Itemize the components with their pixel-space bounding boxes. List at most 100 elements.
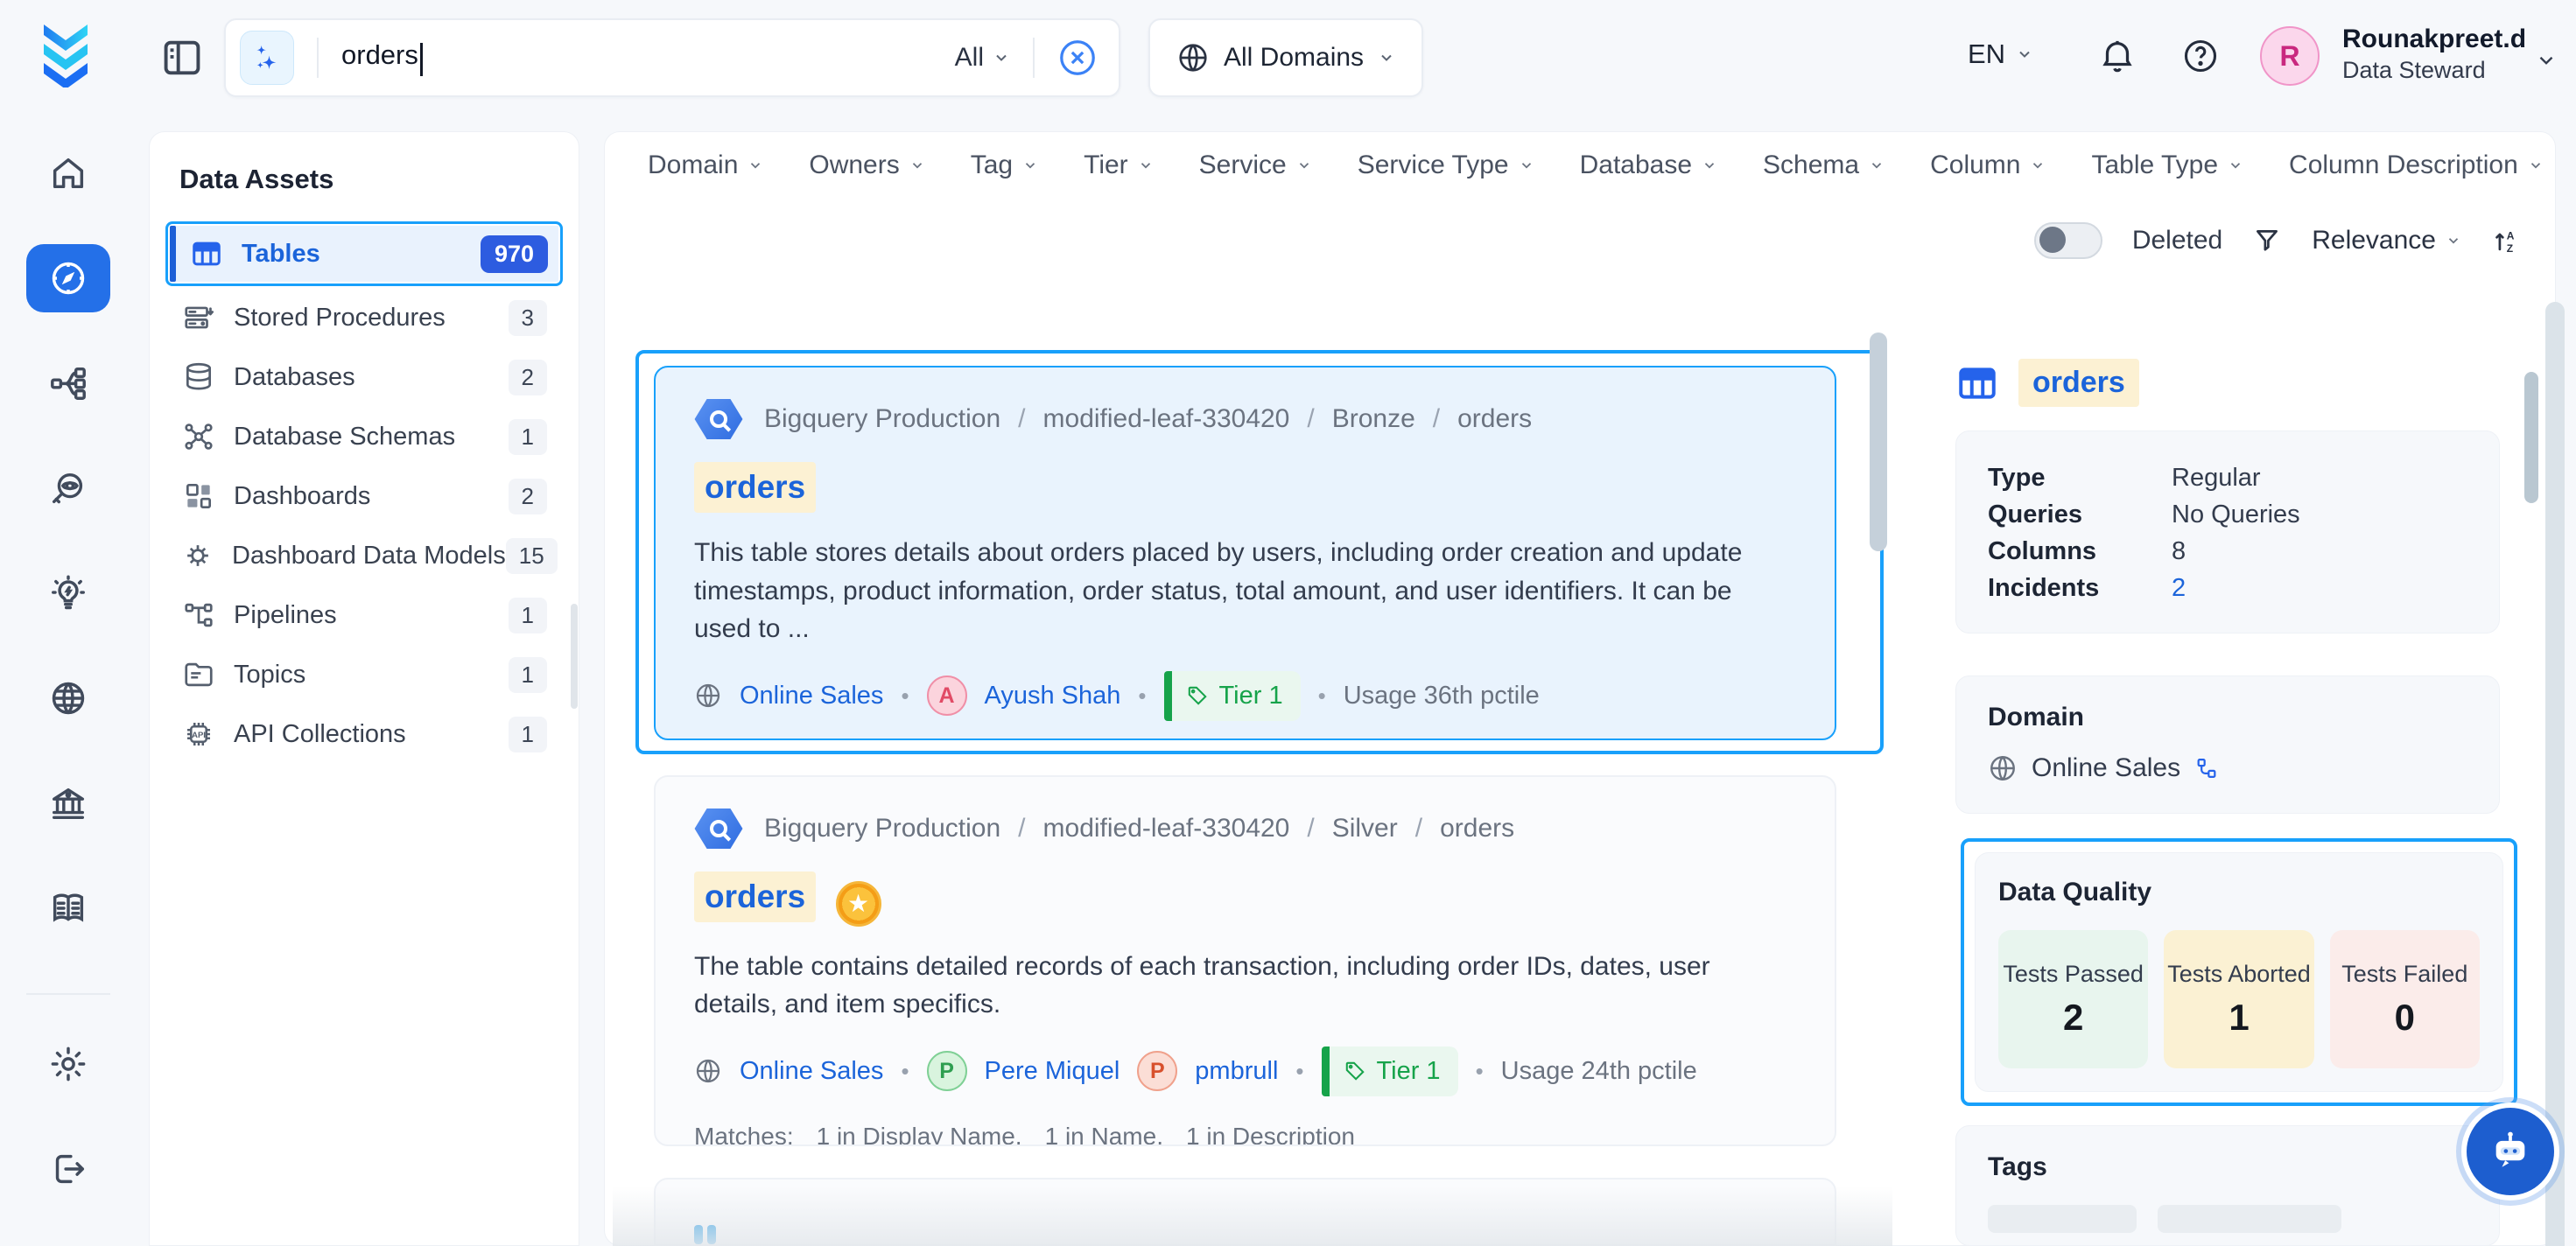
search-scope-dropdown[interactable]: All — [955, 43, 1010, 73]
nav-observability-icon[interactable] — [26, 454, 110, 522]
result-domain-link[interactable]: Online Sales — [740, 682, 883, 710]
owner-link[interactable]: Pere Miquel — [985, 1057, 1120, 1086]
breadcrumb-database[interactable]: modified-leaf-330420 — [1000, 404, 1289, 434]
svg-text:Z: Z — [2507, 242, 2513, 255]
user-info[interactable]: Rounakpreet.d Data Steward — [2342, 23, 2526, 85]
asset-type-topics[interactable]: Topics 1 — [171, 647, 558, 703]
clear-search-icon[interactable] — [1057, 38, 1098, 78]
asset-type-dashboard-data-models[interactable]: Dashboard Data Models 15 — [171, 528, 558, 584]
table-icon — [1955, 361, 1999, 405]
nav-governance-icon[interactable] — [26, 769, 110, 837]
breadcrumb-database[interactable]: modified-leaf-330420 — [1000, 814, 1289, 844]
usage-percentile: Usage 24th pctile — [1501, 1057, 1697, 1086]
preview-domain-card: Domain Online Sales — [1955, 676, 2500, 814]
filter-column-description[interactable]: Column Description — [2289, 150, 2544, 180]
count-badge: 970 — [481, 235, 548, 273]
owner-avatar[interactable]: P — [1137, 1051, 1177, 1091]
asset-type-database-schemas[interactable]: Database Schemas 1 — [171, 409, 558, 465]
result-meta-row: Online Sales P Pere Miquel P pmbrull Tie… — [694, 1046, 1796, 1096]
search-result-card[interactable]: Bigquery Production modified-leaf-330420… — [654, 775, 1836, 1146]
result-title-link[interactable]: orders — [694, 462, 816, 513]
preview-panel-header: orders — [1955, 359, 2139, 407]
owner-link[interactable]: pmbrull — [1195, 1057, 1278, 1086]
search-result-card[interactable]: Bigquery Production modified-leaf-330420… — [654, 366, 1836, 740]
filter-tag[interactable]: Tag — [971, 150, 1038, 180]
filter-schema[interactable]: Schema — [1763, 150, 1885, 180]
user-avatar[interactable]: R — [2260, 26, 2320, 86]
owner-link[interactable]: Ayush Shah — [985, 682, 1121, 710]
dashboard-icon — [181, 480, 216, 513]
breadcrumb-schema[interactable]: Silver — [1289, 814, 1397, 844]
nav-domains-globe-icon[interactable] — [26, 664, 110, 732]
breadcrumb-schema[interactable]: Bronze — [1289, 404, 1414, 434]
assets-panel-scrollbar[interactable] — [571, 604, 578, 709]
nav-explore-icon[interactable] — [26, 244, 110, 312]
owner-avatar[interactable]: P — [927, 1051, 967, 1091]
breadcrumb-table[interactable]: orders — [1398, 814, 1514, 844]
text-caret — [420, 43, 423, 76]
matches-summary: Matches: 1 in Display Name, 1 in Name, 1… — [694, 1123, 1796, 1146]
filter-service-type[interactable]: Service Type — [1358, 150, 1534, 180]
search-input[interactable]: orders — [341, 39, 423, 77]
owner-avatar[interactable]: A — [927, 676, 967, 716]
language-selector[interactable]: EN — [1968, 38, 2033, 70]
tests-failed-tile: Tests Failed 0 — [2330, 930, 2480, 1068]
preview-panel-scroll-track[interactable] — [2545, 302, 2565, 1246]
domain-value[interactable]: Online Sales — [2032, 753, 2180, 783]
nav-settings-gear-icon[interactable] — [26, 1030, 110, 1098]
nav-rail — [0, 115, 137, 1246]
tier-pill[interactable]: Tier 1 — [1322, 1046, 1458, 1096]
filter-domain[interactable]: Domain — [648, 150, 763, 180]
pipeline-icon — [181, 598, 216, 632]
asset-type-api-collections[interactable]: API API Collections 1 — [171, 706, 558, 762]
breadcrumb-service[interactable]: Bigquery Production — [764, 814, 1000, 844]
domain-link-icon[interactable] — [2194, 756, 2219, 780]
nav-glossary-icon[interactable] — [26, 874, 110, 942]
results-scrollbar[interactable] — [1870, 332, 1887, 551]
result-meta-row: Online Sales A Ayush Shah Tier 1 Usage 3… — [694, 671, 1796, 721]
filter-service[interactable]: Service — [1199, 150, 1312, 180]
nav-logout-icon[interactable] — [26, 1135, 110, 1203]
sort-direction-icon[interactable]: AZ — [2491, 226, 2521, 256]
filter-table-type[interactable]: Table Type — [2091, 150, 2243, 180]
deleted-toggle[interactable] — [2034, 222, 2102, 259]
asset-type-databases[interactable]: Databases 2 — [171, 349, 558, 405]
tier-pill[interactable]: Tier 1 — [1164, 671, 1301, 721]
search-result-card-partial[interactable] — [654, 1178, 1836, 1246]
notifications-bell-icon[interactable] — [2097, 35, 2137, 75]
globe-icon — [1176, 41, 1210, 74]
user-menu-chevron-icon[interactable] — [2535, 49, 2558, 72]
count-chip: 2 — [509, 360, 547, 396]
nav-insights-icon[interactable] — [26, 559, 110, 627]
filter-tier[interactable]: Tier — [1084, 150, 1154, 180]
filter-database[interactable]: Database — [1580, 150, 1717, 180]
advanced-filter-funnel-icon[interactable] — [2252, 226, 2282, 256]
count-chip: 3 — [509, 300, 547, 336]
filter-column[interactable]: Column — [1930, 150, 2046, 180]
help-icon[interactable] — [2181, 37, 2220, 75]
result-domain-link[interactable]: Online Sales — [740, 1057, 883, 1086]
data-assets-title: Data Assets — [179, 164, 558, 195]
nav-home-icon[interactable] — [26, 139, 110, 207]
preview-panel-scroll-thumb[interactable] — [2524, 372, 2538, 503]
ai-sparkle-icon[interactable] — [240, 31, 294, 85]
result-title-link[interactable]: orders — [694, 872, 816, 922]
preview-entity-title[interactable]: orders — [2018, 359, 2139, 407]
breadcrumb-service[interactable]: Bigquery Production — [764, 404, 1000, 434]
all-domains-selector[interactable]: All Domains — [1148, 18, 1423, 97]
meta-separator — [1138, 682, 1146, 710]
sidebar-collapse-icon[interactable] — [159, 35, 205, 80]
nav-lineage-icon[interactable] — [26, 349, 110, 417]
incidents-count-link[interactable]: 2 — [2172, 574, 2186, 603]
chevron-down-icon — [1378, 49, 1395, 66]
app-logo[interactable] — [37, 21, 95, 88]
asset-type-pipelines[interactable]: Pipelines 1 — [171, 587, 558, 643]
asset-type-tables[interactable]: Tables 970 — [170, 226, 558, 282]
breadcrumb-table[interactable]: orders — [1415, 404, 1532, 434]
asset-type-stored-procedures[interactable]: Stored Procedures 3 — [171, 290, 558, 346]
asset-type-dashboards[interactable]: Dashboards 2 — [171, 468, 558, 524]
count-chip: 1 — [509, 598, 547, 634]
sort-by-dropdown[interactable]: Relevance — [2312, 226, 2461, 256]
chat-assistant-button[interactable] — [2467, 1108, 2554, 1195]
filter-owners[interactable]: Owners — [809, 150, 924, 180]
